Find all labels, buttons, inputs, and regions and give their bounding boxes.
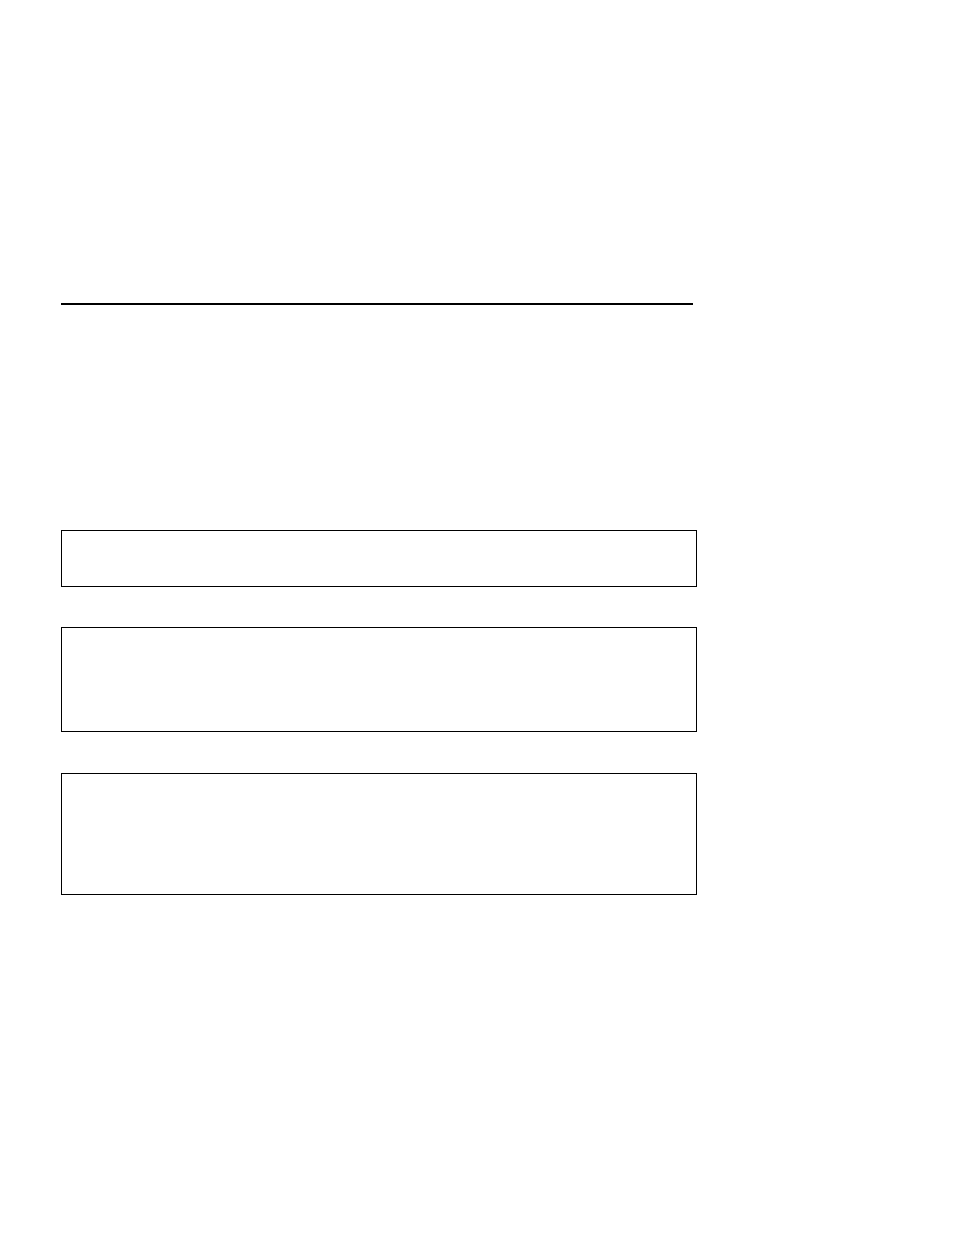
- horizontal-rule: [61, 303, 693, 305]
- empty-box-1: [61, 530, 697, 587]
- empty-box-2: [61, 627, 697, 732]
- empty-box-3: [61, 773, 697, 895]
